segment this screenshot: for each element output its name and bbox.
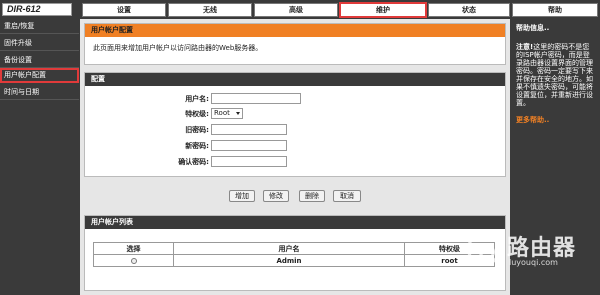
- new-password-row: 新密码:: [85, 139, 505, 153]
- username-column-header: 用户名: [173, 242, 405, 255]
- tab-advanced[interactable]: 高级: [254, 3, 338, 17]
- account-table: 选择 用户名 特权级 Admin root: [93, 242, 495, 267]
- privilege-row: 特权级: Root: [85, 107, 505, 121]
- account-list-title: 用户帐户列表: [85, 216, 505, 229]
- modify-button[interactable]: 修改: [263, 190, 289, 202]
- select-column-header: 选择: [93, 242, 174, 255]
- account-list-panel: 用户帐户列表 选择 用户名 特权级 Admin root: [84, 215, 506, 291]
- new-password-label: 新密码:: [185, 142, 209, 150]
- select-radio[interactable]: [130, 257, 137, 264]
- username-cell: Admin: [173, 254, 405, 267]
- cancel-button[interactable]: 取消: [333, 190, 361, 202]
- tab-help[interactable]: 帮助: [512, 3, 598, 17]
- main-content: 用户帐户配置 此页面用来增加用户帐户以访问路由器的Web服务器。 配置 用户名:…: [80, 19, 510, 295]
- sidebar: 重启/恢复 固件升级 备份设置 用户帐户配置 时间与日期: [0, 19, 79, 295]
- sidebar-item-time-date[interactable]: 时间与日期: [0, 85, 79, 100]
- tab-status[interactable]: 状态: [428, 3, 510, 17]
- help-note-text: 这里的密码不是您的ISP帐户密码，而是登录路由器设置界面的管理密码。密码一定要写…: [516, 43, 593, 107]
- help-text: 注意!这里的密码不是您的ISP帐户密码，而是登录路由器设置界面的管理密码。密码一…: [516, 43, 596, 107]
- old-password-row: 旧密码:: [85, 123, 505, 137]
- old-password-label: 旧密码:: [185, 126, 209, 134]
- sidebar-item-user-accounts[interactable]: 用户帐户配置: [0, 68, 79, 83]
- router-logo-icon: [467, 232, 501, 266]
- select-cell: [93, 254, 174, 267]
- help-note-label: 注意!: [516, 43, 534, 51]
- table-row: Admin root: [93, 254, 495, 267]
- delete-button[interactable]: 删除: [299, 190, 325, 202]
- tab-maintenance[interactable]: 维护: [339, 2, 427, 18]
- username-row: 用户名:: [85, 92, 505, 106]
- confirm-password-input[interactable]: [211, 156, 287, 167]
- confirm-password-label: 确认密码:: [178, 158, 209, 166]
- more-help-link[interactable]: 更多帮助..: [516, 115, 596, 125]
- tab-setup[interactable]: 设置: [82, 3, 166, 17]
- new-password-input[interactable]: [211, 140, 287, 151]
- privilege-label: 特权级:: [185, 110, 209, 118]
- device-logo: DIR-612: [2, 3, 72, 16]
- help-title: 帮助信息..: [516, 24, 550, 32]
- confirm-password-row: 确认密码:: [85, 155, 505, 169]
- config-panel: 配置 用户名: 特权级: Root 旧密码: 新密码: 确认密码:: [84, 72, 506, 177]
- tab-wireless[interactable]: 无线: [168, 3, 252, 17]
- old-password-input[interactable]: [211, 124, 287, 135]
- username-label: 用户名:: [185, 95, 209, 103]
- sidebar-item-firmware-upgrade[interactable]: 固件升级: [0, 36, 79, 51]
- add-button[interactable]: 增加: [229, 190, 255, 202]
- username-input[interactable]: [211, 93, 301, 104]
- chevron-down-icon: [236, 112, 240, 115]
- privilege-select[interactable]: Root: [211, 108, 243, 119]
- config-title: 配置: [85, 73, 505, 86]
- sidebar-item-reboot-restore[interactable]: 重启/恢复: [0, 19, 79, 34]
- page-description: 此页面用来增加用户帐户以访问路由器的Web服务器。: [93, 44, 263, 52]
- page-title: 用户帐户配置: [85, 24, 505, 37]
- watermark: 路由器 luyouqi.com: [467, 228, 597, 278]
- watermark-url: luyouqi.com: [509, 258, 558, 267]
- sidebar-item-backup-settings[interactable]: 备份设置: [0, 53, 79, 68]
- privilege-value: Root: [214, 109, 230, 117]
- table-header-row: 选择 用户名 特权级: [93, 242, 495, 255]
- top-nav-bar: DIR-612 设置 无线 高级 维护 状态 帮助: [0, 0, 600, 19]
- intro-panel: 用户帐户配置 此页面用来增加用户帐户以访问路由器的Web服务器。: [84, 23, 506, 65]
